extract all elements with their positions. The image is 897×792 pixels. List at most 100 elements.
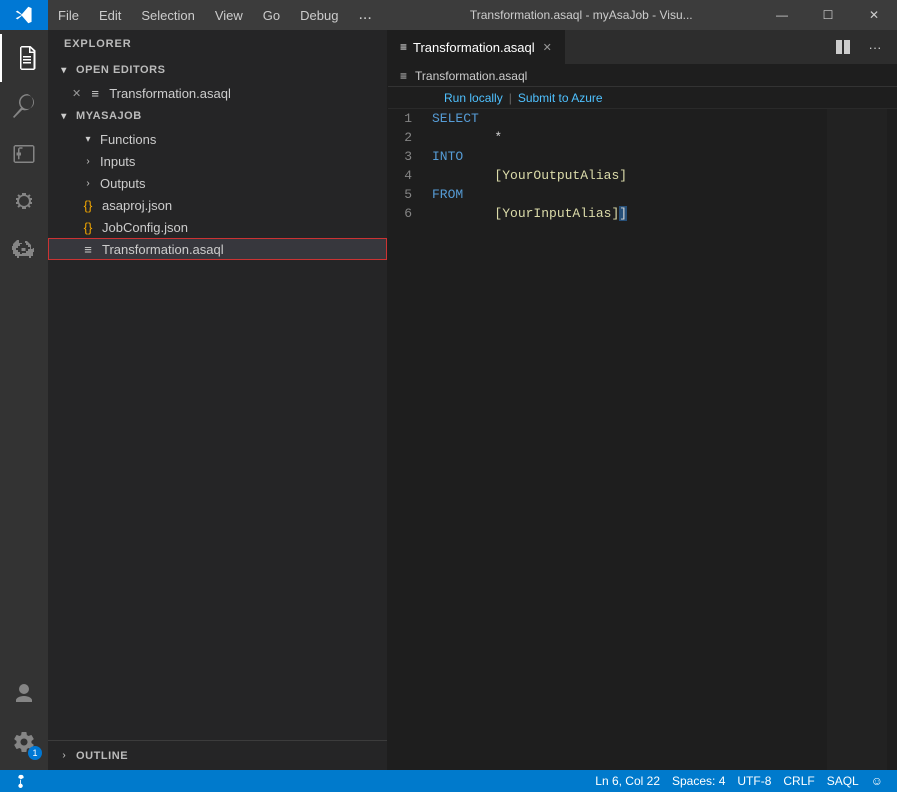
close-button[interactable]: ✕ — [851, 0, 897, 30]
main-layout: 1 Explorer ▾ Open Editors ✕ ≡ Transforma… — [0, 30, 897, 770]
status-eol[interactable]: CRLF — [777, 770, 820, 792]
status-bar: Ln 6, Col 22 Spaces: 4 UTF-8 CRLF SAQL ☺ — [0, 770, 897, 792]
breadcrumb: ≡ Transformation.asaql — [388, 65, 897, 87]
code-lines: 1 SELECT 2 * 3 INTO 4 [YourOutput — [388, 109, 897, 770]
transformation-file[interactable]: ≡ Transformation.asaql — [48, 238, 387, 260]
code-line-4: 4 [YourOutputAlias] — [388, 166, 897, 185]
menu-more[interactable]: ... — [348, 6, 381, 24]
activity-debug[interactable] — [0, 178, 48, 226]
code-editor[interactable]: 1 SELECT 2 * 3 INTO 4 [YourOutput — [388, 109, 897, 770]
titlebar: File Edit Selection View Go Debug ... Tr… — [0, 0, 897, 30]
activity-settings[interactable]: 1 — [0, 718, 48, 766]
editor-toolbar: Run locally | Submit to Azure — [388, 87, 897, 109]
editor-scrollbar[interactable] — [887, 109, 897, 770]
breadcrumb-file[interactable]: Transformation.asaql — [415, 69, 527, 83]
functions-label: Functions — [100, 132, 156, 147]
window-controls: — ☐ ✕ — [759, 0, 897, 30]
transformation-label: Transformation.asaql — [102, 242, 224, 257]
close-icon[interactable]: ✕ — [72, 87, 81, 100]
outputs-label: Outputs — [100, 176, 146, 191]
activity-explorer[interactable] — [0, 34, 48, 82]
outline-label: Outline — [76, 750, 128, 762]
submit-azure-link[interactable]: Submit to Azure — [518, 91, 603, 105]
functions-chevron: ▾ — [80, 131, 96, 147]
toolbar-separator: | — [509, 91, 512, 105]
status-smiley[interactable]: ☺ — [865, 770, 889, 792]
window-title: Transformation.asaql - myAsaJob - Visu..… — [404, 8, 760, 22]
inputs-label: Inputs — [100, 154, 135, 169]
code-line-6: 6 [YourInputAlias]] — [388, 204, 897, 223]
line-number-1: 1 — [388, 111, 428, 126]
status-encoding[interactable]: UTF-8 — [731, 770, 777, 792]
activity-search[interactable] — [0, 82, 48, 130]
tab-close-button[interactable]: ✕ — [543, 41, 552, 54]
breadcrumb-icon: ≡ — [400, 69, 407, 83]
run-locally-link[interactable]: Run locally — [444, 91, 503, 105]
line-number-2: 2 — [388, 130, 428, 145]
code-line-2: 2 * — [388, 128, 897, 147]
menu-file[interactable]: File — [48, 0, 89, 30]
tab-transformation[interactable]: ≡ Transformation.asaql ✕ — [388, 30, 565, 64]
jobconfig-file[interactable]: {} JobConfig.json — [48, 216, 387, 238]
status-language[interactable]: SAQL — [821, 770, 865, 792]
activity-bottom: 1 — [0, 670, 48, 770]
activity-extensions[interactable] — [0, 226, 48, 274]
code-line-1: 1 SELECT — [388, 109, 897, 128]
sidebar: Explorer ▾ Open Editors ✕ ≡ Transformati… — [48, 30, 388, 770]
line-number-6: 6 — [388, 206, 428, 221]
sidebar-spacer — [48, 260, 387, 740]
inputs-folder[interactable]: › Inputs — [48, 150, 387, 172]
line-number-4: 4 — [388, 168, 428, 183]
asaproj-label: asaproj.json — [102, 198, 172, 213]
open-editor-transformation[interactable]: ✕ ≡ Transformation.asaql — [48, 82, 387, 104]
json-icon: {} — [80, 198, 96, 213]
activity-source-control[interactable] — [0, 130, 48, 178]
code-line-5: 5 FROM — [388, 185, 897, 204]
maximize-button[interactable]: ☐ — [805, 0, 851, 30]
line-number-3: 3 — [388, 149, 428, 164]
asaproj-file[interactable]: {} asaproj.json — [48, 194, 387, 216]
json-icon-2: {} — [80, 220, 96, 235]
myasajob-label: MyAsaJob — [76, 110, 142, 122]
menu-view[interactable]: View — [205, 0, 253, 30]
myasajob-section[interactable]: ▾ MyAsaJob — [48, 104, 387, 128]
asaql-icon: ≡ — [80, 242, 96, 257]
open-editors-section[interactable]: ▾ Open Editors — [48, 58, 387, 82]
open-editor-name: Transformation.asaql — [109, 86, 231, 101]
line-number-5: 5 — [388, 187, 428, 202]
menu-selection[interactable]: Selection — [131, 0, 204, 30]
editor-area: ≡ Transformation.asaql ✕ ··· ≡ Transform… — [388, 30, 897, 770]
menu-go[interactable]: Go — [253, 0, 290, 30]
outputs-folder[interactable]: › Outputs — [48, 172, 387, 194]
menu-bar: File Edit Selection View Go Debug ... — [48, 0, 404, 30]
tab-bar-actions: ··· — [821, 30, 897, 64]
jobconfig-label: JobConfig.json — [102, 220, 188, 235]
vscode-logo — [0, 0, 48, 30]
outline-chevron: › — [56, 748, 72, 764]
more-actions-button[interactable]: ··· — [861, 33, 889, 61]
status-spaces[interactable]: Spaces: 4 — [666, 770, 731, 792]
activity-accounts[interactable] — [0, 670, 48, 718]
status-ln-col[interactable]: Ln 6, Col 22 — [589, 770, 666, 792]
menu-debug[interactable]: Debug — [290, 0, 348, 30]
open-editors-label: Open Editors — [76, 64, 166, 76]
tab-label: Transformation.asaql — [413, 40, 535, 55]
myasajob-chevron: ▾ — [56, 108, 72, 124]
outputs-chevron: › — [80, 175, 96, 191]
code-line-3: 3 INTO — [388, 147, 897, 166]
file-icon: ≡ — [87, 86, 103, 101]
minimize-button[interactable]: — — [759, 0, 805, 30]
inputs-chevron: › — [80, 153, 96, 169]
functions-folder[interactable]: ▾ Functions — [48, 128, 387, 150]
activity-bar: 1 — [0, 30, 48, 770]
editor-minimap — [827, 109, 887, 770]
status-branch[interactable] — [8, 770, 38, 792]
outline-section[interactable]: › Outline — [48, 740, 387, 770]
sidebar-header: Explorer — [48, 30, 387, 58]
settings-badge: 1 — [28, 746, 42, 760]
menu-edit[interactable]: Edit — [89, 0, 131, 30]
tab-bar: ≡ Transformation.asaql ✕ ··· — [388, 30, 897, 65]
open-editors-chevron: ▾ — [56, 62, 72, 78]
tab-file-icon: ≡ — [400, 40, 407, 54]
split-editor-button[interactable] — [829, 33, 857, 61]
